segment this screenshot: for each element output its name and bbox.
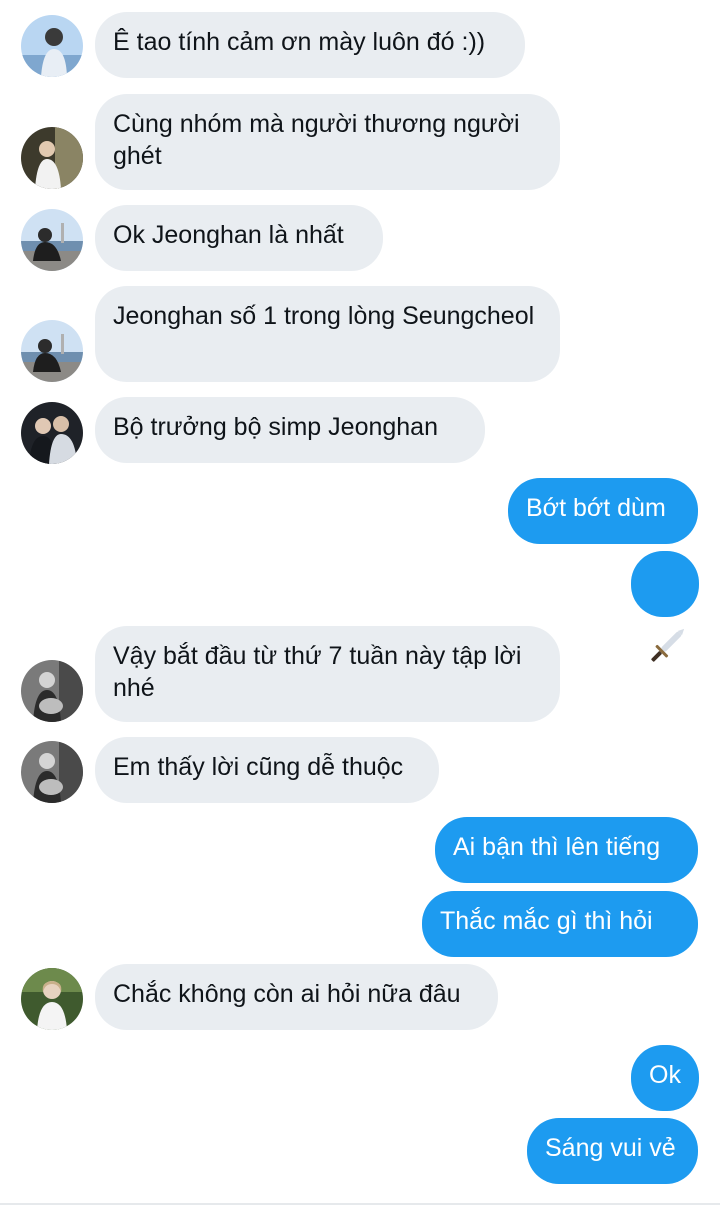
message-bubble-incoming[interactable]: Ê tao tính cảm ơn mày luôn đó :)) (95, 12, 525, 78)
avatar[interactable] (21, 209, 83, 271)
avatar[interactable] (21, 968, 83, 1030)
avatar-dark-icon (21, 127, 83, 189)
avatar-guitar-icon (21, 741, 83, 803)
message-bubble-incoming[interactable]: Ok Jeonghan là nhất (95, 205, 383, 271)
message-bubble-incoming[interactable]: Chắc không còn ai hỏi nữa đâu (95, 964, 498, 1030)
avatar-green-icon (21, 968, 83, 1030)
avatar[interactable] (21, 741, 83, 803)
message-bubble-outgoing[interactable]: Bớt bớt dùm (508, 478, 698, 544)
message-bubble-outgoing[interactable]: Sáng vui vẻ (527, 1118, 698, 1184)
message-bubble-incoming[interactable]: Bộ trưởng bộ simp Jeonghan (95, 397, 485, 463)
message-bubble-outgoing[interactable]: Ok (631, 1045, 699, 1111)
message-bubble-outgoing[interactable] (631, 551, 699, 662)
message-bubble-incoming[interactable]: Vậy bắt đầu từ thứ 7 tuần này tập lời nh… (95, 626, 560, 722)
avatar-seaside-icon (21, 320, 83, 382)
message-bubble-incoming[interactable]: Jeonghan số 1 trong lòng Seungcheol (95, 286, 560, 382)
message-bubble-outgoing[interactable]: Thắc mắc gì thì hỏi (422, 891, 698, 957)
avatar[interactable] (21, 660, 83, 722)
message-thread: Ê tao tính cảm ơn mày luôn đó :)) Cùng n… (0, 0, 720, 1207)
avatar-seaside-icon (21, 209, 83, 271)
message-bubble-incoming[interactable]: Em thấy lời cũng dễ thuộc (95, 737, 439, 803)
message-bubble-incoming[interactable]: Cùng nhóm mà người thương người ghét (95, 94, 560, 190)
avatar-sky-icon (21, 15, 83, 77)
dagger-icon (651, 628, 685, 662)
avatar[interactable] (21, 15, 83, 77)
avatar-duo-icon (21, 402, 83, 464)
message-bubble-outgoing[interactable]: Ai bận thì lên tiếng (435, 817, 698, 883)
avatar[interactable] (21, 127, 83, 189)
avatar[interactable] (21, 320, 83, 382)
divider (0, 1203, 720, 1205)
avatar[interactable] (21, 402, 83, 464)
avatar-guitar-icon (21, 660, 83, 722)
